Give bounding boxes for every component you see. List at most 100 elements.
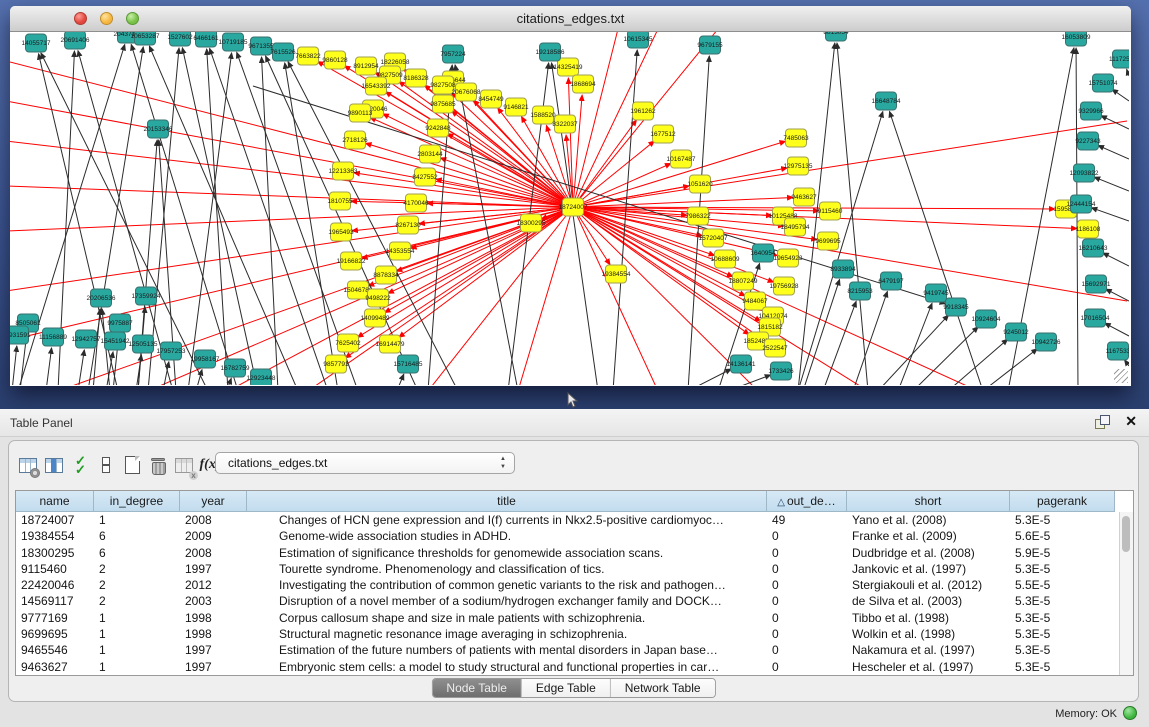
column-header-out_de[interactable]: △out_de… xyxy=(767,491,847,512)
graph-node[interactable]: 8878334 xyxy=(373,266,399,284)
graph-node[interactable]: 9227343 xyxy=(1075,132,1101,150)
graph-edge-black[interactable] xyxy=(1127,69,1129,76)
graph-node[interactable]: 12213363 xyxy=(329,162,358,180)
table-scrollbar[interactable] xyxy=(1119,512,1133,675)
graph-node[interactable]: 7485063 xyxy=(783,129,809,147)
graph-node[interactable]: 9875685 xyxy=(430,95,456,113)
network-window-titlebar[interactable]: citations_edges.txt xyxy=(10,6,1131,32)
graph-node[interactable]: 1733426 xyxy=(768,362,794,380)
graph-node[interactable]: 18495794 xyxy=(781,218,810,236)
graph-node[interactable]: 19756928 xyxy=(770,277,799,295)
graph-node[interactable]: 9329966 xyxy=(1078,102,1104,120)
graph-edge-black[interactable] xyxy=(1112,89,1129,101)
graph-node[interactable]: 9890113 xyxy=(348,104,373,122)
graph-edge-red[interactable] xyxy=(573,163,671,207)
graph-node[interactable]: 10653287 xyxy=(131,32,160,45)
graph-node[interactable]: 12444154 xyxy=(1067,195,1096,213)
graph-node[interactable]: 16782759 xyxy=(221,359,250,377)
graph-node[interactable]: 16543392 xyxy=(362,77,391,95)
graph-node[interactable]: 16648784 xyxy=(872,92,901,110)
graph-edge-black[interactable] xyxy=(853,291,887,385)
delete-table-button[interactable] xyxy=(147,454,169,476)
graph-node[interactable]: 1167533 xyxy=(1106,342,1129,360)
graph-node[interactable]: 1527602 xyxy=(167,32,193,46)
graph-node[interactable]: 18807249 xyxy=(729,272,758,290)
graph-node[interactable]: 15716485 xyxy=(394,355,423,373)
table-row[interactable]: 2242004622012Investigating the contribut… xyxy=(16,577,1133,593)
scrollbar-thumb[interactable] xyxy=(1122,516,1130,552)
graph-node[interactable]: 2803144 xyxy=(417,145,443,163)
tab-node-table[interactable]: Node Table xyxy=(432,679,522,697)
graph-node[interactable]: 1640954 xyxy=(750,244,776,262)
graph-node[interactable]: 20691406 xyxy=(61,32,90,49)
graph-edge-black[interactable] xyxy=(1091,208,1129,221)
graph-node[interactable]: 19218586 xyxy=(536,43,565,61)
graph-node[interactable]: 9699695 xyxy=(815,232,841,250)
graph-node[interactable]: 1810755 xyxy=(327,192,353,210)
graph-node[interactable]: 9463627 xyxy=(791,188,817,206)
graph-node[interactable]: 10719185 xyxy=(219,33,248,51)
graph-node[interactable]: 9679155 xyxy=(697,36,723,54)
graph-edge-black[interactable] xyxy=(46,348,52,385)
table-row[interactable]: 946554611997Estimation of the future num… xyxy=(16,642,1133,658)
graph-node[interactable]: 8186328 xyxy=(403,69,429,87)
graph-node[interactable]: 16053809 xyxy=(1062,32,1091,46)
graph-edge-black[interactable] xyxy=(1094,177,1129,191)
graph-node[interactable]: 6479197 xyxy=(878,272,904,290)
graph-node[interactable]: 19384554 xyxy=(602,265,631,283)
graph-node[interactable]: 15451942 xyxy=(101,332,130,350)
graph-node[interactable]: 8813054 xyxy=(823,32,849,41)
column-header-name[interactable]: name xyxy=(16,491,94,512)
graph-edge-black[interactable] xyxy=(262,57,278,385)
column-header-short[interactable]: short xyxy=(847,491,1010,512)
table-row[interactable]: 1830029562008Estimation of significance … xyxy=(16,545,1133,561)
graph-node[interactable]: 20206536 xyxy=(87,289,116,307)
table-row[interactable]: 911546021997Tourette syndrome. Phenomeno… xyxy=(16,561,1133,577)
graph-node[interactable]: 8215953 xyxy=(847,282,873,300)
graph-edge-black[interactable] xyxy=(396,374,404,385)
graph-node[interactable]: 18300295 xyxy=(517,214,546,232)
table-selector-dropdown[interactable]: citations_edges.txt ▲▼ xyxy=(215,452,515,474)
graph-node[interactable]: 19166822 xyxy=(337,252,366,270)
tab-edge-table[interactable]: Edge Table xyxy=(522,679,611,697)
graph-node[interactable]: 1965493 xyxy=(328,223,354,241)
graph-node[interactable]: 9498222 xyxy=(365,289,391,307)
tab-network-table[interactable]: Network Table xyxy=(611,679,715,697)
graph-node[interactable]: 20676068 xyxy=(452,83,481,101)
graph-node[interactable]: 6466161 xyxy=(193,32,219,47)
table-settings-button[interactable] xyxy=(17,454,39,476)
graph-edge-red[interactable] xyxy=(10,141,573,207)
graph-node[interactable]: 12975135 xyxy=(784,157,813,175)
graph-node[interactable]: 19958167 xyxy=(191,350,220,368)
graph-node[interactable]: 4170046 xyxy=(403,194,429,212)
graph-edge-red[interactable] xyxy=(10,61,573,207)
graph-node[interactable]: 7663822 xyxy=(295,47,321,65)
graph-node[interactable]: 14353554 xyxy=(386,242,415,260)
graph-node[interactable]: 2522547 xyxy=(762,339,788,357)
create-table-button[interactable] xyxy=(121,454,143,476)
graph-node[interactable]: 9975887 xyxy=(107,314,133,332)
graph-node[interactable]: 10942726 xyxy=(1032,333,1061,351)
graph-node[interactable]: 11172582 xyxy=(1109,50,1129,68)
graph-edge-black[interactable] xyxy=(12,346,17,385)
graph-node[interactable]: 1051620 xyxy=(687,175,713,193)
graph-node[interactable]: 12505135 xyxy=(129,335,158,353)
column-header-title[interactable]: title xyxy=(247,491,767,512)
graph-node[interactable]: 9419745 xyxy=(923,284,949,302)
graph-node[interactable]: 15692971 xyxy=(1082,275,1111,293)
graph-edge-black[interactable] xyxy=(1103,253,1129,266)
graph-node[interactable]: 15751074 xyxy=(1089,74,1118,92)
column-header-pagerank[interactable]: pagerank xyxy=(1010,491,1115,512)
graph-node[interactable]: 1677512 xyxy=(650,125,676,143)
select-columns-button[interactable]: ✓✓ xyxy=(69,454,91,476)
graph-node[interactable]: 1961262 xyxy=(630,102,656,120)
window-resize-grip-icon[interactable] xyxy=(1114,369,1128,383)
graph-edge-black[interactable] xyxy=(210,48,328,385)
graph-node[interactable]: 8454749 xyxy=(478,90,504,108)
graph-node[interactable]: 16914479 xyxy=(376,335,405,353)
graph-node[interactable]: 10924604 xyxy=(972,310,1001,328)
graph-node[interactable]: 7615526 xyxy=(270,43,296,61)
graph-node[interactable]: 8322037 xyxy=(552,115,578,133)
graph-edge-black[interactable] xyxy=(1098,145,1129,159)
graph-edge-black[interactable] xyxy=(1105,323,1129,336)
